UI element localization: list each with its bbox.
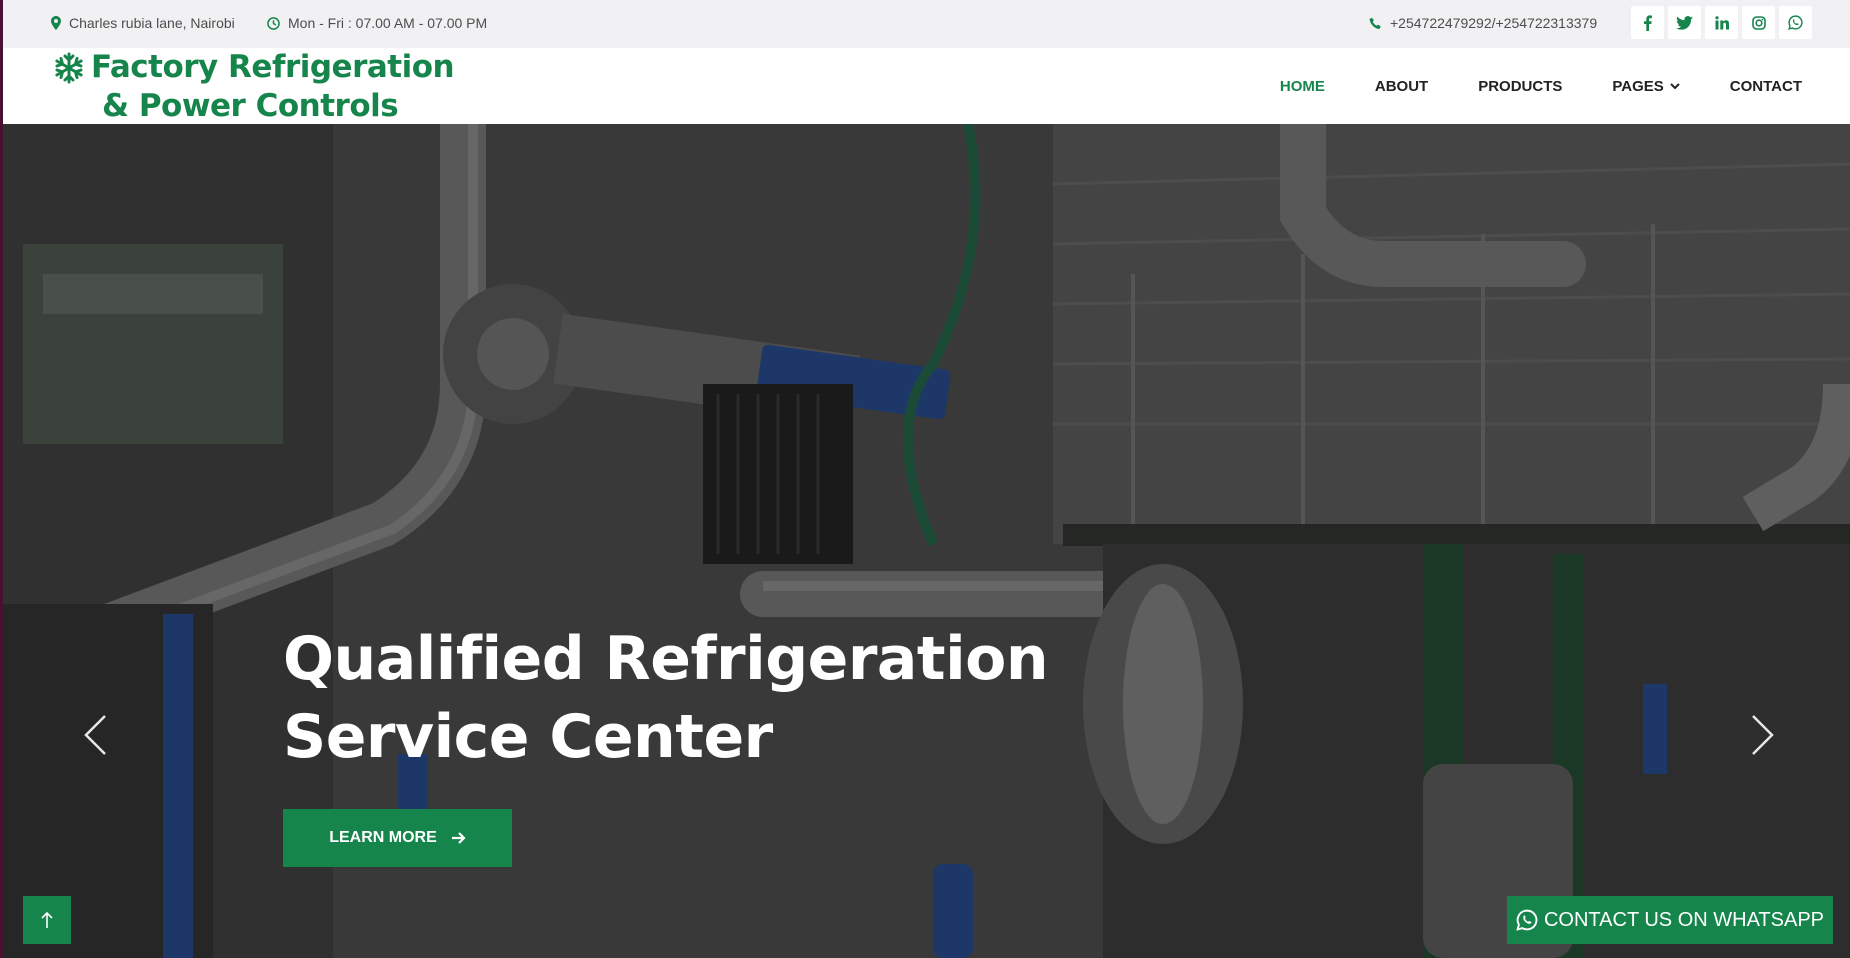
slider-prev-button[interactable] xyxy=(83,714,107,761)
back-to-top-button[interactable] xyxy=(23,896,71,944)
map-pin-icon xyxy=(51,16,61,30)
hours-info: Mon - Fri : 07.00 AM - 07.00 PM xyxy=(267,0,487,46)
arrow-up-icon xyxy=(41,911,53,928)
whatsapp-link[interactable] xyxy=(1779,6,1812,39)
linkedin-link[interactable] xyxy=(1705,6,1738,39)
hero-background-image xyxy=(3,124,1850,958)
nav-products[interactable]: PRODUCTS xyxy=(1478,78,1562,95)
slider-next-button[interactable] xyxy=(1751,714,1775,761)
brand-line2: & Power Controls xyxy=(102,88,399,124)
phone-text: +254722479292/+254722313379 xyxy=(1390,15,1598,31)
hero-title: Qualified Refrigeration Service Center xyxy=(283,620,1049,776)
twitter-icon xyxy=(1676,15,1693,30)
address-info: Charles rubia lane, Nairobi xyxy=(51,0,235,46)
nav-pages-label: PAGES xyxy=(1612,77,1664,95)
chevron-left-icon xyxy=(84,715,106,755)
nav-about[interactable]: ABOUT xyxy=(1375,78,1428,95)
chevron-right-icon xyxy=(1752,715,1774,755)
hours-text: Mon - Fri : 07.00 AM - 07.00 PM xyxy=(288,15,488,31)
whatsapp-contact-button[interactable]: CONTACT US ON WHATSAPP xyxy=(1507,896,1833,944)
address-text: Charles rubia lane, Nairobi xyxy=(69,15,235,31)
brand-line1: Factory Refrigeration xyxy=(91,49,455,85)
learn-more-button[interactable]: LEARN MORE xyxy=(283,809,512,867)
site-header: Factory Refrigeration & Power Controls H… xyxy=(0,48,1850,124)
nav-pages[interactable]: PAGES xyxy=(1612,77,1680,95)
facebook-link[interactable] xyxy=(1631,6,1664,39)
learn-more-label: LEARN MORE xyxy=(329,829,437,846)
whatsapp-contact-label: CONTACT US ON WHATSAPP xyxy=(1543,908,1825,931)
clock-icon xyxy=(267,16,280,30)
instagram-link[interactable] xyxy=(1742,6,1775,39)
phone-info[interactable]: +254722479292/+254722313379 xyxy=(1369,0,1597,46)
snowflake-icon xyxy=(55,52,83,83)
nav-home[interactable]: HOME xyxy=(1280,78,1325,95)
arrow-right-icon xyxy=(451,832,466,844)
instagram-icon xyxy=(1751,15,1766,30)
main-nav: HOME ABOUT PRODUCTS PAGES CONTACT xyxy=(1280,48,1802,124)
social-links xyxy=(1631,6,1812,39)
whatsapp-icon xyxy=(1516,909,1538,931)
whatsapp-icon xyxy=(1788,15,1803,30)
hero-title-line2: Service Center xyxy=(283,702,773,772)
brand-logo[interactable]: Factory Refrigeration & Power Controls xyxy=(53,48,455,126)
top-bar: Charles rubia lane, Nairobi Mon - Fri : … xyxy=(0,0,1850,48)
linkedin-icon xyxy=(1714,15,1729,29)
chevron-down-icon xyxy=(1670,82,1680,89)
hero-title-line1: Qualified Refrigeration xyxy=(283,624,1049,694)
phone-icon xyxy=(1369,17,1381,29)
facebook-icon xyxy=(1644,14,1652,31)
nav-contact[interactable]: CONTACT xyxy=(1730,78,1802,95)
twitter-link[interactable] xyxy=(1668,6,1701,39)
hero-slider: Qualified Refrigeration Service Center L… xyxy=(0,124,1850,958)
